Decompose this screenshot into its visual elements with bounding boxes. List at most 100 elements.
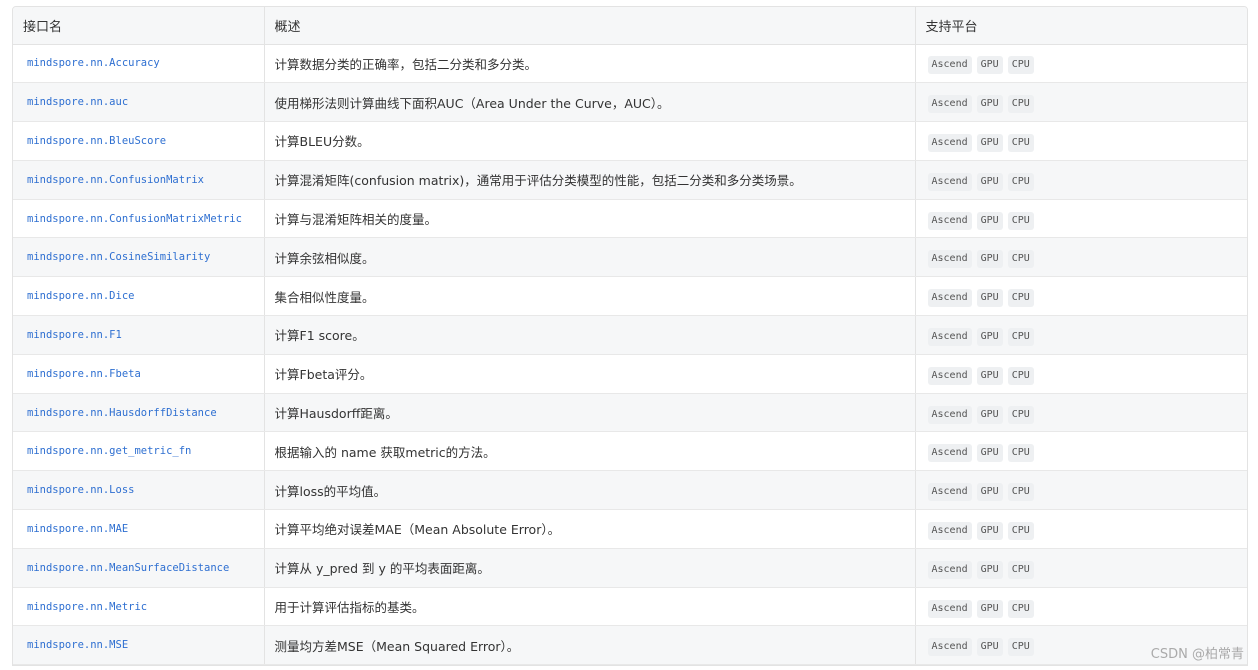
- platform-tag-ascend: Ascend: [927, 521, 972, 540]
- api-description: 集合相似性度量。: [264, 276, 916, 317]
- platform-tags: Ascend GPU CPU: [915, 470, 1247, 511]
- platform-tag-gpu: GPU: [976, 405, 1003, 424]
- table-row: mindspore.nn.Metric 用于计算评估指标的基类。 Ascend GPU…: [13, 587, 1247, 627]
- platform-tag-ascend: Ascend: [927, 56, 972, 75]
- api-description: 计算数据分类的正确率，包括二分类和多分类。: [264, 44, 916, 84]
- api-name-link[interactable]: mindspore.nn.BleuScore: [13, 121, 265, 161]
- api-description: 计算与混淆矩阵相关的度量。: [264, 199, 916, 239]
- api-name-link[interactable]: mindspore.nn.HausdorffDistance: [13, 393, 265, 433]
- api-name-link[interactable]: mindspore.nn.ConfusionMatrix: [13, 160, 265, 200]
- api-name-link[interactable]: mindspore.nn.Fbeta: [13, 354, 265, 394]
- platform-tag-ascend: Ascend: [927, 638, 972, 657]
- platform-tag-cpu: CPU: [1007, 56, 1034, 75]
- platform-tags: Ascend GPU CPU: [915, 237, 1247, 278]
- platform-tag-ascend: Ascend: [927, 250, 972, 269]
- platform-tag-cpu: CPU: [1007, 95, 1034, 114]
- platform-tags: Ascend GPU CPU: [915, 44, 1247, 84]
- api-name-link[interactable]: mindspore.nn.Metric: [13, 587, 265, 627]
- api-description: 计算从 y_pred 到 y 的平均表面距离。: [264, 548, 916, 588]
- platform-tags: Ascend GPU CPU: [915, 160, 1247, 200]
- platform-tag-cpu: CPU: [1007, 521, 1034, 540]
- platform-tag-ascend: Ascend: [927, 405, 972, 424]
- table-row: mindspore.nn.MeanSurfaceDistance 计算从 y_pr…: [13, 548, 1247, 588]
- api-description: 计算F1 score。: [264, 315, 916, 355]
- platform-tag-gpu: GPU: [976, 638, 1003, 657]
- platform-tag-gpu: GPU: [976, 211, 1003, 230]
- platform-tag-cpu: CPU: [1007, 483, 1034, 502]
- platform-tag-ascend: Ascend: [927, 560, 972, 579]
- api-description: 计算BLEU分数。: [264, 121, 916, 161]
- table-row: mindspore.nn.CosineSimilarity 计算余弦相似度。 Asc…: [13, 237, 1247, 278]
- table-body: mindspore.nn.Accuracy 计算数据分类的正确率，包括二分类和多分…: [13, 44, 1247, 666]
- platform-tag-gpu: GPU: [976, 133, 1003, 152]
- platform-tag-gpu: GPU: [976, 172, 1003, 191]
- api-description: 计算余弦相似度。: [264, 237, 916, 278]
- api-name-link[interactable]: mindspore.nn.MeanSurfaceDistance: [13, 548, 265, 588]
- api-description: 使用梯形法则计算曲线下面积AUC（Area Under the Curve，AU…: [264, 82, 916, 123]
- platform-tags: Ascend GPU CPU: [915, 393, 1247, 433]
- table-header-row: 接口名 概述 支持平台: [13, 7, 1247, 45]
- csdn-watermark: CSDN @柏常青: [1150, 647, 1244, 662]
- api-description: 计算平均绝对误差MAE（Mean Absolute Error）。: [264, 509, 916, 549]
- platform-tag-gpu: GPU: [976, 444, 1003, 463]
- platform-tag-gpu: GPU: [976, 483, 1003, 502]
- api-name-link[interactable]: mindspore.nn.Dice: [13, 276, 265, 317]
- platform-tags: Ascend GPU CPU: [915, 354, 1247, 394]
- platform-tag-gpu: GPU: [976, 366, 1003, 385]
- platform-tag-ascend: Ascend: [927, 599, 972, 618]
- table-row: mindspore.nn.Dice 集合相似性度量。 Ascend GPU CPU: [13, 276, 1247, 317]
- platform-tag-cpu: CPU: [1007, 560, 1034, 579]
- platform-tag-cpu: CPU: [1007, 172, 1034, 191]
- table-row: mindspore.nn.Accuracy 计算数据分类的正确率，包括二分类和多分…: [13, 44, 1247, 84]
- platform-tag-gpu: GPU: [976, 289, 1003, 308]
- api-name-link[interactable]: mindspore.nn.MSE: [13, 625, 265, 666]
- platform-tags: Ascend GPU CPU: [915, 509, 1247, 549]
- table-row: mindspore.nn.F1 计算F1 score。 Ascend GPU CPU: [13, 315, 1247, 355]
- table-header: 接口名 概述 支持平台: [13, 7, 1247, 45]
- platform-tag-gpu: GPU: [976, 95, 1003, 114]
- platform-tags: Ascend GPU CPU: [915, 121, 1247, 161]
- platform-tag-cpu: CPU: [1007, 366, 1034, 385]
- table-row: mindspore.nn.MSE 测量均方差MSE（Mean Squared Er…: [13, 625, 1247, 666]
- platform-tag-cpu: CPU: [1007, 638, 1034, 657]
- platform-tag-ascend: Ascend: [927, 483, 972, 502]
- table-row: mindspore.nn.Loss 计算loss的平均值。 Ascend GPU CPU: [13, 470, 1247, 511]
- platform-tag-ascend: Ascend: [927, 444, 972, 463]
- api-description: 用于计算评估指标的基类。: [264, 587, 916, 627]
- api-name-link[interactable]: mindspore.nn.get_metric_fn: [13, 431, 265, 472]
- api-description: 测量均方差MSE（Mean Squared Error）。: [264, 625, 916, 666]
- platform-tag-cpu: CPU: [1007, 289, 1034, 308]
- api-description: 计算loss的平均值。: [264, 470, 916, 511]
- api-name-link[interactable]: mindspore.nn.Loss: [13, 470, 265, 511]
- platform-tags: Ascend GPU CPU: [915, 548, 1247, 588]
- api-name-link[interactable]: mindspore.nn.auc: [13, 82, 265, 123]
- platform-tag-ascend: Ascend: [927, 172, 972, 191]
- platform-tags: Ascend GPU CPU: [915, 82, 1247, 123]
- platform-tag-cpu: CPU: [1007, 133, 1034, 152]
- platform-tag-gpu: GPU: [976, 560, 1003, 579]
- header-api-name: 接口名: [13, 7, 265, 45]
- platform-tags: Ascend GPU CPU: [915, 587, 1247, 627]
- api-name-link[interactable]: mindspore.nn.CosineSimilarity: [13, 237, 265, 278]
- api-name-link[interactable]: mindspore.nn.Accuracy: [13, 44, 265, 84]
- platform-tag-gpu: GPU: [976, 599, 1003, 618]
- api-name-link[interactable]: mindspore.nn.ConfusionMatrixMetric: [13, 199, 265, 239]
- platform-tag-cpu: CPU: [1007, 444, 1034, 463]
- table-row: mindspore.nn.MAE 计算平均绝对误差MAE（Mean Absolut…: [13, 509, 1247, 549]
- platform-tag-cpu: CPU: [1007, 250, 1034, 269]
- table-row: mindspore.nn.get_metric_fn 根据输入的 name 获取m…: [13, 431, 1247, 472]
- api-description: 计算混淆矩阵(confusion matrix)，通常用于评估分类模型的性能，包…: [264, 160, 916, 200]
- platform-tag-gpu: GPU: [976, 327, 1003, 346]
- platform-tags: Ascend GPU CPU: [915, 315, 1247, 355]
- metrics-table-container: 接口名 概述 支持平台 mindspore.nn.Accuracy 计算数据分类的…: [12, 6, 1248, 667]
- table-row: mindspore.nn.HausdorffDistance 计算Hausdorf…: [13, 393, 1247, 433]
- platform-tag-ascend: Ascend: [927, 366, 972, 385]
- platform-tag-ascend: Ascend: [927, 133, 972, 152]
- platform-tag-cpu: CPU: [1007, 405, 1034, 424]
- platform-tag-ascend: Ascend: [927, 211, 972, 230]
- table-row: mindspore.nn.ConfusionMatrixMetric 计算与混淆矩…: [13, 199, 1247, 239]
- api-name-link[interactable]: mindspore.nn.MAE: [13, 509, 265, 549]
- api-description: 计算Fbeta评分。: [264, 354, 916, 394]
- api-name-link[interactable]: mindspore.nn.F1: [13, 315, 265, 355]
- platform-tag-gpu: GPU: [976, 56, 1003, 75]
